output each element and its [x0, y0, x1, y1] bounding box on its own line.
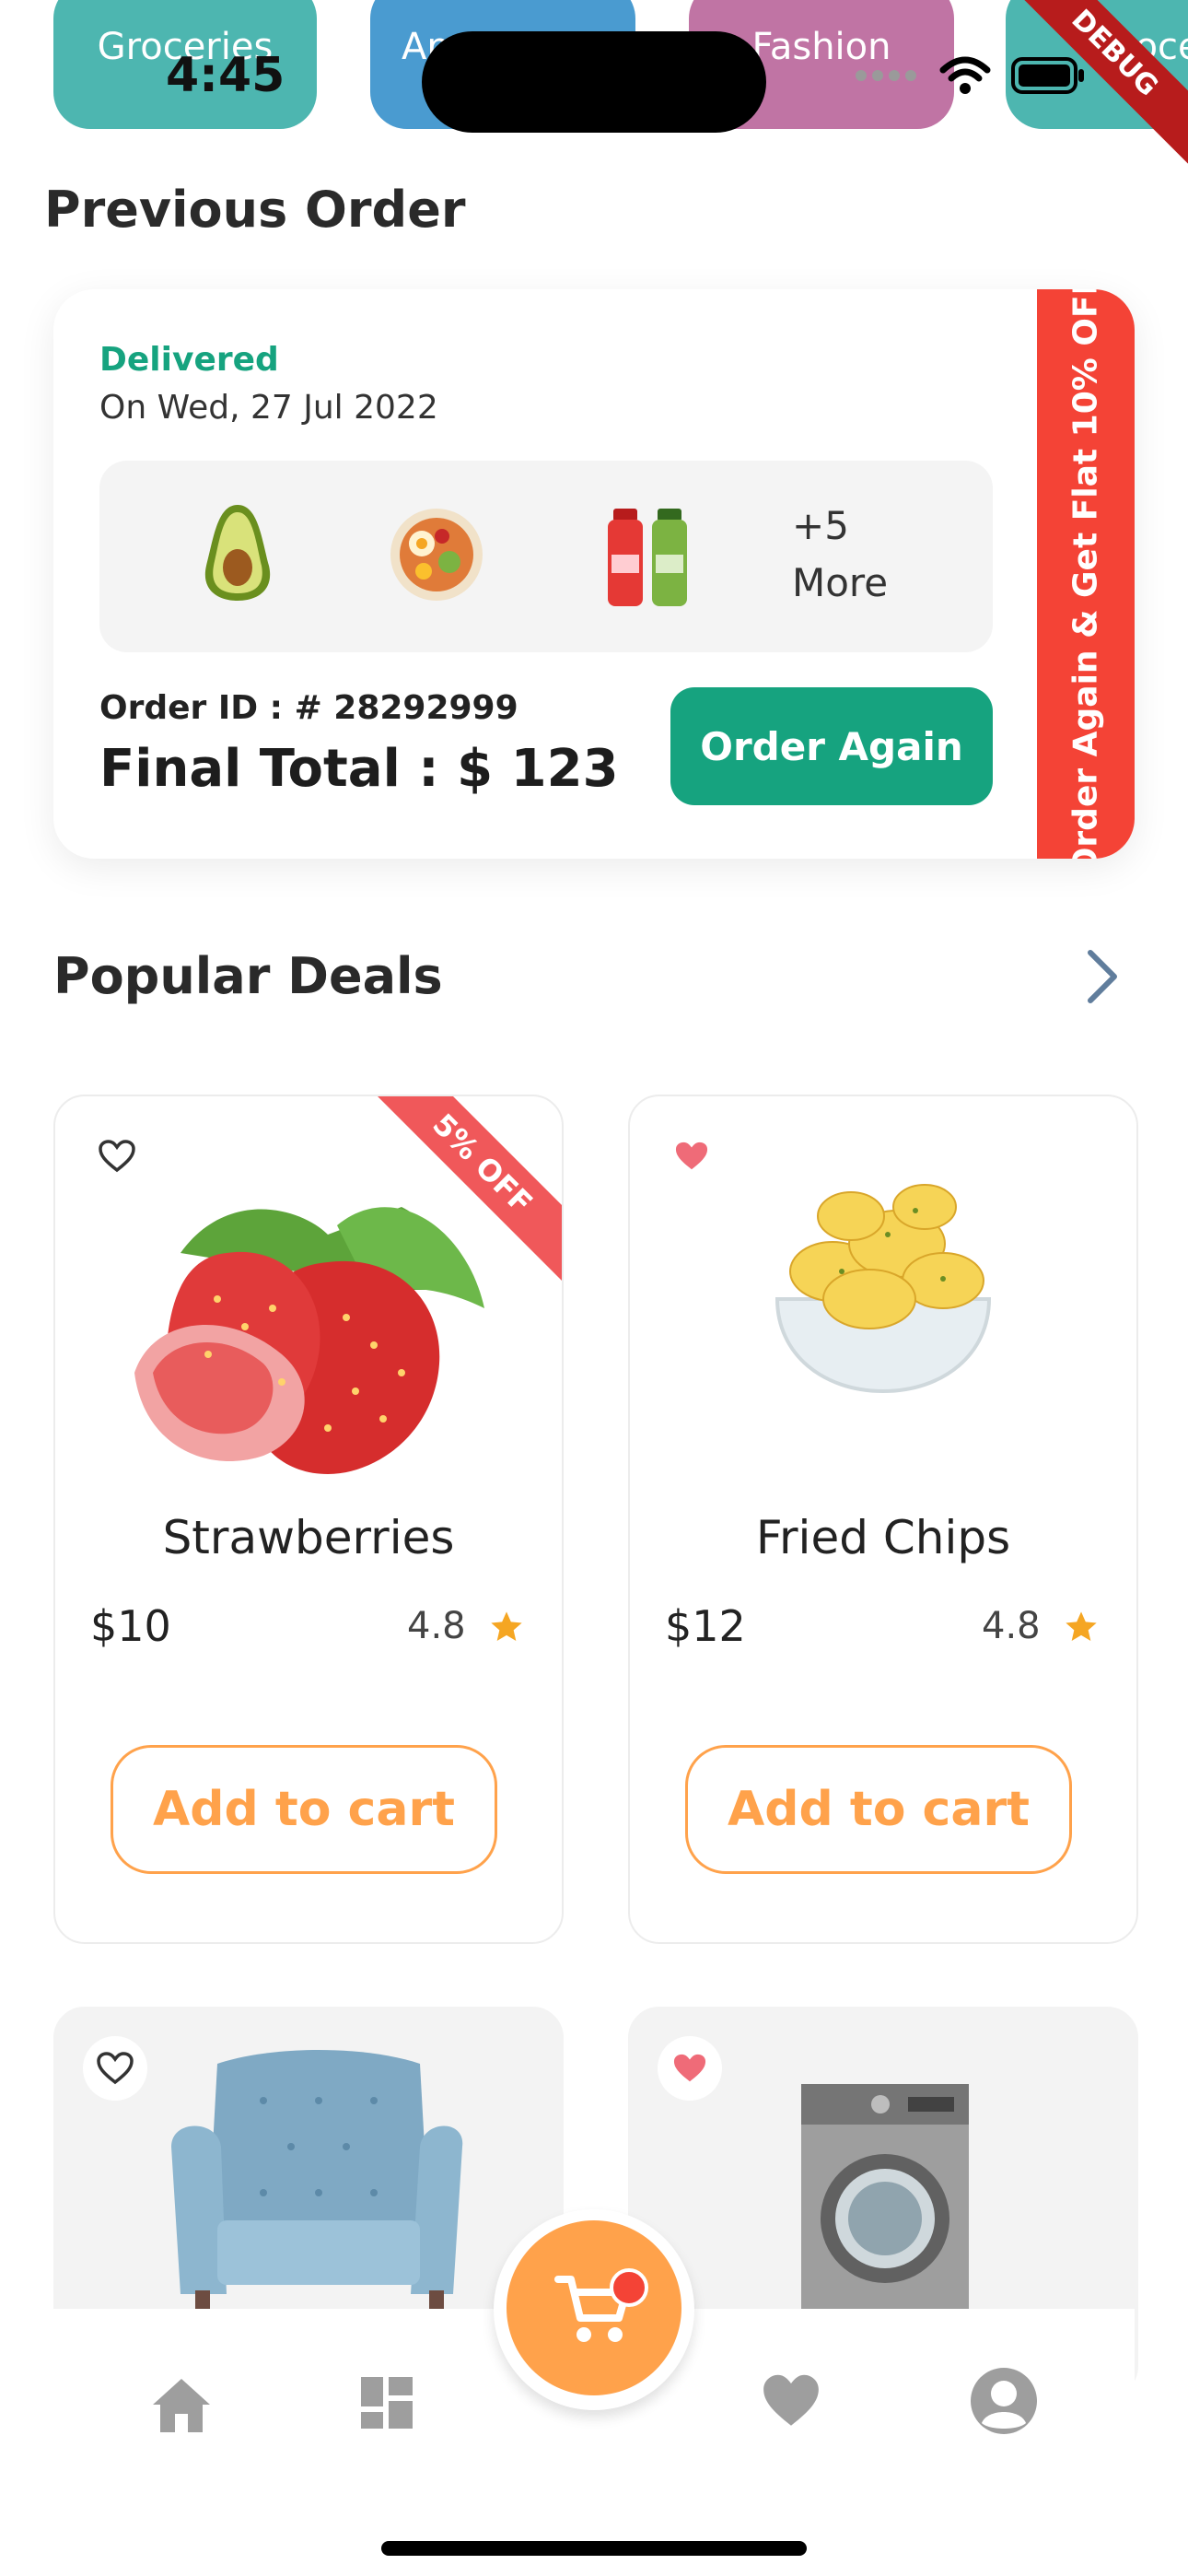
product-price: $10 [90, 1601, 171, 1651]
order-status: Delivered [99, 341, 279, 379]
star-icon [491, 1611, 522, 1641]
add-to-cart-button[interactable]: Add to cart [111, 1745, 497, 1874]
home-indicator [381, 2541, 807, 2556]
add-to-cart-button[interactable]: Add to cart [685, 1745, 1072, 1874]
product-rating: 4.8 [407, 1605, 466, 1647]
avocado-image [204, 505, 271, 601]
product-card-strawberries[interactable]: 5% OFF Strawberries $10 4.8 Add to cart [53, 1095, 564, 1944]
order-items-preview: +5 More [99, 461, 993, 652]
favorite-toggle[interactable] [659, 1124, 724, 1188]
product-price: $12 [665, 1601, 746, 1651]
more-items-label: More [792, 560, 889, 605]
status-icons [855, 55, 1087, 96]
status-time: 4:45 [166, 48, 285, 103]
fried-chips-image [775, 1184, 992, 1394]
salad-bowl-image [390, 509, 483, 601]
star-icon [1066, 1611, 1097, 1641]
signal-icon [856, 70, 916, 81]
product-rating: 4.8 [982, 1605, 1041, 1647]
final-total: Final Total : $ 123 [99, 739, 619, 799]
grid-icon[interactable] [359, 2375, 414, 2430]
previous-order-card: Delivered On Wed, 27 Jul 2022 +5 More Or… [53, 289, 1135, 859]
battery-icon [1011, 57, 1084, 94]
washing-machine-image [801, 2084, 969, 2316]
more-items-count: +5 [792, 503, 849, 548]
heart-icon[interactable] [761, 2373, 821, 2429]
profile-icon[interactable] [969, 2366, 1039, 2436]
dynamic-island [422, 31, 766, 133]
offer-banner-text: Order Again & Get Flat 10% OFF [1066, 289, 1105, 859]
product-card-fried-chips[interactable]: Fried Chips $12 4.8 Add to cart [628, 1095, 1138, 1944]
order-id: Order ID : # 28292999 [99, 689, 518, 727]
order-date: On Wed, 27 Jul 2022 [99, 389, 438, 427]
order-again-offer-banner[interactable]: Order Again & Get Flat 10% OFF [1037, 289, 1135, 859]
home-icon[interactable] [149, 2375, 214, 2434]
heart-outline-icon [97, 2052, 134, 2085]
juice-bottles-image [608, 509, 687, 606]
armchair-image [171, 2050, 463, 2318]
product-name: Fried Chips [755, 1511, 1011, 1564]
favorite-toggle[interactable] [83, 2036, 147, 2101]
strawberries-image [134, 1207, 484, 1474]
popular-deals-title: Popular Deals [53, 947, 443, 1005]
heart-outline-icon [99, 1140, 135, 1173]
heart-filled-icon [675, 1142, 708, 1170]
chevron-right-icon[interactable] [1083, 949, 1120, 1004]
favorite-toggle[interactable] [658, 2036, 722, 2101]
cart-notification-dot [610, 2268, 648, 2307]
order-again-button[interactable]: Order Again [670, 687, 993, 805]
wifi-icon [939, 56, 991, 94]
product-name: Strawberries [162, 1511, 455, 1564]
heart-filled-icon [673, 2054, 706, 2082]
cart-fab-button[interactable] [507, 2220, 681, 2395]
previous-order-title: Previous Order [44, 181, 466, 239]
